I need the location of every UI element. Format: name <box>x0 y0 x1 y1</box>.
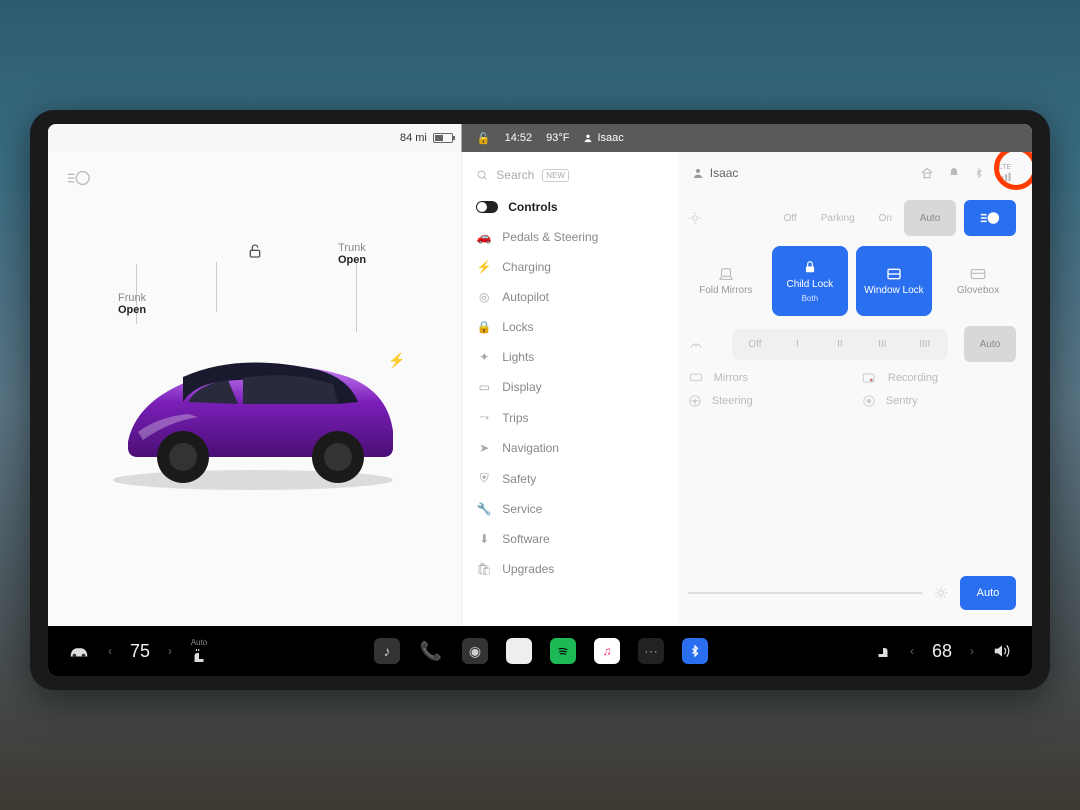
download-icon: ⬇ <box>476 532 492 546</box>
phone-app-icon[interactable]: 📞 <box>418 638 444 664</box>
menu-item-service[interactable]: 🔧Service <box>462 494 677 524</box>
bluetooth-app-icon[interactable] <box>682 638 708 664</box>
battery-icon <box>433 133 453 143</box>
menu-item-upgrades[interactable]: 🛍Upgrades <box>462 554 677 584</box>
camera-app-icon[interactable]: ◉ <box>462 638 488 664</box>
sentry-mode[interactable]: Sentry <box>862 394 1016 408</box>
menu-item-autopilot[interactable]: ◎Autopilot <box>462 282 677 312</box>
frunk-button[interactable]: Frunk Open <box>118 292 146 316</box>
wiper-auto[interactable]: Auto <box>964 326 1016 362</box>
passenger-temp[interactable]: 68 <box>932 641 952 662</box>
status-bar: 84 mi 🔓 14:52 93°F Isaac <box>48 124 1032 152</box>
brightness-max-icon <box>934 586 948 600</box>
temp-right-up[interactable]: › <box>970 644 974 658</box>
brightness-auto[interactable]: Auto <box>960 576 1016 610</box>
lights-parking[interactable]: Parking <box>809 205 867 232</box>
screen: 84 mi 🔓 14:52 93°F Isaac <box>48 124 1032 676</box>
menu-item-controls[interactable]: Controls <box>462 192 677 222</box>
window-lock-tile[interactable]: Window Lock <box>856 246 932 316</box>
car-render <box>88 322 408 492</box>
lock-status-icon: 🔓 <box>477 132 491 145</box>
lights-icon <box>688 211 702 225</box>
menu-item-pedals-steering[interactable]: 🚗Pedals & Steering <box>462 222 677 252</box>
outside-temp: 93°F <box>546 132 569 144</box>
spotify-icon[interactable] <box>550 638 576 664</box>
car-app-icon[interactable] <box>68 643 90 659</box>
status-user: Isaac <box>583 132 623 144</box>
menu-item-software[interactable]: ⬇Software <box>462 524 677 554</box>
more-apps-icon[interactable]: ⋯ <box>638 638 664 664</box>
wiper-2[interactable]: II <box>819 331 861 358</box>
temp-left-down[interactable]: ‹ <box>108 644 112 658</box>
wheel-icon: ◎ <box>476 290 492 304</box>
child-lock-tile[interactable]: Child Lock Both <box>772 246 848 316</box>
light-icon: ✦ <box>476 350 492 364</box>
notification-icon[interactable] <box>948 166 960 180</box>
menu-item-charging[interactable]: ⚡Charging <box>462 252 677 282</box>
seat-heater-left[interactable]: Auto <box>190 639 208 664</box>
tablet-frame: 84 mi 🔓 14:52 93°F Isaac <box>30 110 1050 690</box>
new-badge: NEW <box>542 169 569 182</box>
high-beam-button[interactable] <box>964 200 1016 236</box>
mirrors-adjust[interactable]: Mirrors <box>688 372 842 384</box>
display-icon: ▭ <box>476 380 492 394</box>
controls-pane: Isaac LTE O <box>678 152 1032 626</box>
wrench-icon: 🔧 <box>476 502 492 516</box>
shield-icon: ⛨ <box>476 471 492 486</box>
trunk-button[interactable]: Trunk Open <box>338 242 366 266</box>
main: Frunk Open Trunk Open ⚡ <box>48 152 1032 626</box>
menu-item-lights[interactable]: ✦Lights <box>462 342 677 372</box>
menu-item-trips[interactable]: ⤳Trips <box>462 402 677 433</box>
wiper-off[interactable]: Off <box>734 331 776 358</box>
wiper-icon <box>688 337 724 351</box>
menu-item-safety[interactable]: ⛨Safety <box>462 463 677 494</box>
bag-icon: 🛍 <box>476 562 492 576</box>
volume-icon[interactable] <box>992 643 1012 659</box>
driver-temp[interactable]: 75 <box>130 641 150 662</box>
car-icon: 🚗 <box>476 230 492 244</box>
search-row[interactable]: Search NEW <box>462 162 677 188</box>
lights-off[interactable]: Off <box>772 205 809 232</box>
seat-heater-right[interactable] <box>874 642 892 660</box>
toggle-icon <box>476 201 498 213</box>
temp-left-up[interactable]: › <box>168 644 172 658</box>
fold-mirrors-tile[interactable]: Fold Mirrors <box>688 246 764 316</box>
wiper-3[interactable]: III <box>861 331 903 358</box>
bolt-icon: ⚡ <box>476 260 492 274</box>
calendar-app-icon[interactable] <box>506 638 532 664</box>
search-placeholder: Search <box>496 168 534 182</box>
steering-adjust[interactable]: Steering <box>688 394 842 408</box>
apple-music-icon[interactable]: ♫ <box>594 638 620 664</box>
wiper-1[interactable]: I <box>776 331 818 358</box>
menu-item-navigation[interactable]: ➤Navigation <box>462 433 677 463</box>
unlock-icon[interactable] <box>247 242 263 260</box>
homelink-icon[interactable] <box>920 166 934 180</box>
range-label: 84 mi <box>400 132 427 144</box>
headlight-icon[interactable] <box>68 170 90 186</box>
lights-auto[interactable]: Auto <box>904 200 956 236</box>
lock-icon: 🔒 <box>476 320 492 334</box>
settings-menu: Search NEW Controls🚗Pedals & Steering⚡Ch… <box>461 152 677 626</box>
menu-item-locks[interactable]: 🔒Locks <box>462 312 677 342</box>
profile-chip[interactable]: Isaac <box>692 166 739 180</box>
nav-icon: ➤ <box>476 441 492 455</box>
bluetooth-icon[interactable] <box>974 166 984 180</box>
car-visual-pane: Frunk Open Trunk Open ⚡ <box>48 152 461 626</box>
wiper-4[interactable]: IIII <box>904 331 946 358</box>
route-icon: ⤳ <box>476 410 492 425</box>
temp-right-down[interactable]: ‹ <box>910 644 914 658</box>
dashcam-recording[interactable]: Recording <box>862 372 1016 384</box>
clock: 14:52 <box>505 132 533 144</box>
glovebox-tile[interactable]: Glovebox <box>940 246 1016 316</box>
bottom-dock: ‹ 75 › Auto ♪ 📞 ◉ ♫ ⋯ ‹ 68 › <box>48 626 1032 676</box>
brightness-slider[interactable] <box>688 592 922 594</box>
search-icon <box>476 169 488 181</box>
music-app-icon[interactable]: ♪ <box>374 638 400 664</box>
lights-on[interactable]: On <box>867 205 904 232</box>
menu-item-display[interactable]: ▭Display <box>462 372 677 402</box>
